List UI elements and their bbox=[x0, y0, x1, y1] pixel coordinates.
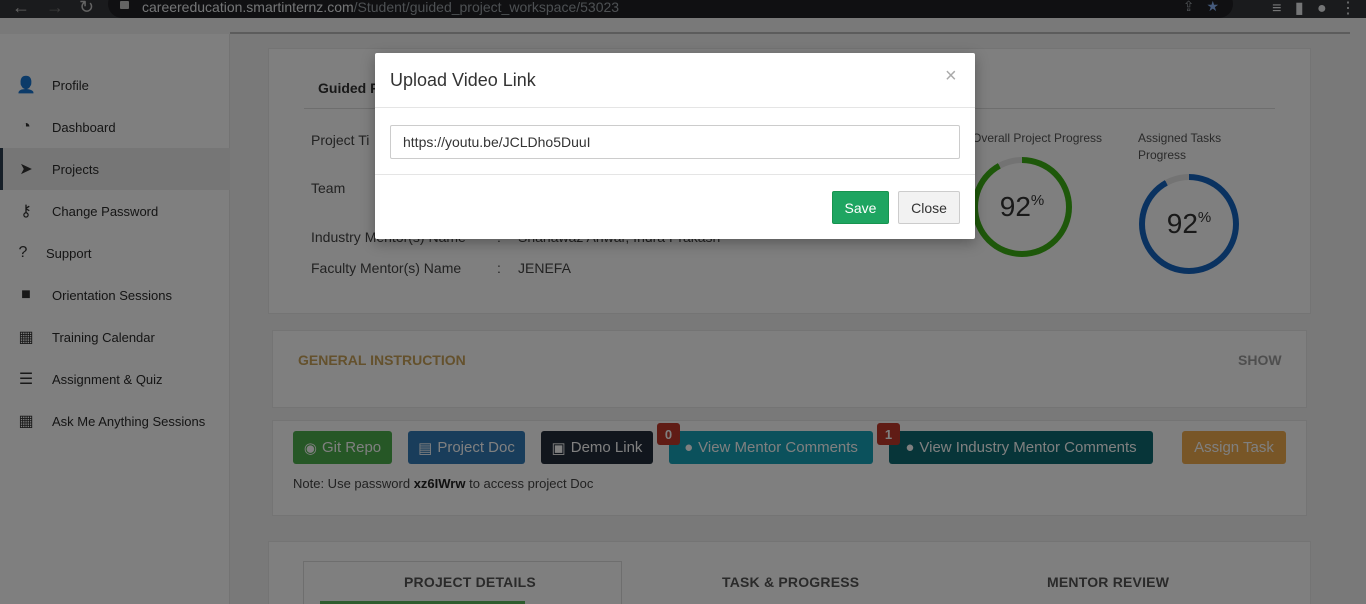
save-button[interactable]: Save bbox=[832, 191, 889, 224]
close-icon[interactable]: × bbox=[945, 65, 957, 88]
modal-footer-divider bbox=[375, 174, 975, 175]
modal-title: Upload Video Link bbox=[390, 70, 536, 90]
modal-header-divider bbox=[375, 107, 975, 108]
close-button[interactable]: Close bbox=[898, 191, 960, 224]
upload-video-link-modal: Upload Video Link × Save Close bbox=[375, 53, 975, 239]
video-link-input[interactable] bbox=[390, 125, 960, 159]
